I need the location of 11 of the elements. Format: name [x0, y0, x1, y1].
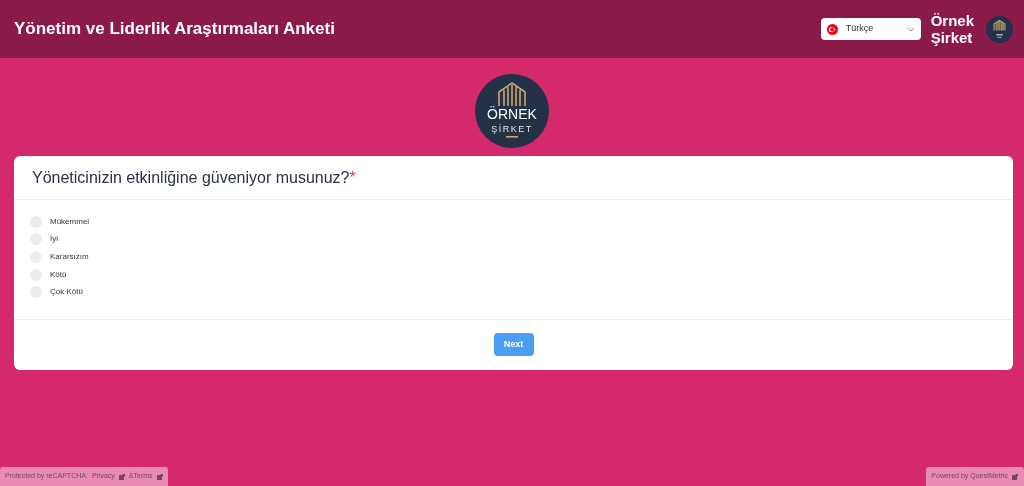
language-select[interactable]: Türkçe — [820, 18, 921, 40]
required-mark: * — [349, 169, 356, 186]
option-label[interactable]: Kararsızım — [50, 251, 89, 263]
company-name: Örnek Şirket — [930, 12, 974, 46]
option-label[interactable]: İyi — [50, 233, 58, 246]
company-logo: ÖRNEK ŞİRKET — [475, 74, 549, 148]
survey-title: Yönetim ve Liderlik Araştırmaları Anketi — [14, 18, 335, 41]
option-label[interactable]: Çok Kötü — [50, 286, 83, 299]
option-label[interactable]: Mükemmel — [50, 215, 90, 228]
question-text: Yöneticinizin etkinliğine güveniyor musunuz? — [32, 169, 350, 186]
option-label[interactable]: Kötü — [50, 268, 67, 281]
